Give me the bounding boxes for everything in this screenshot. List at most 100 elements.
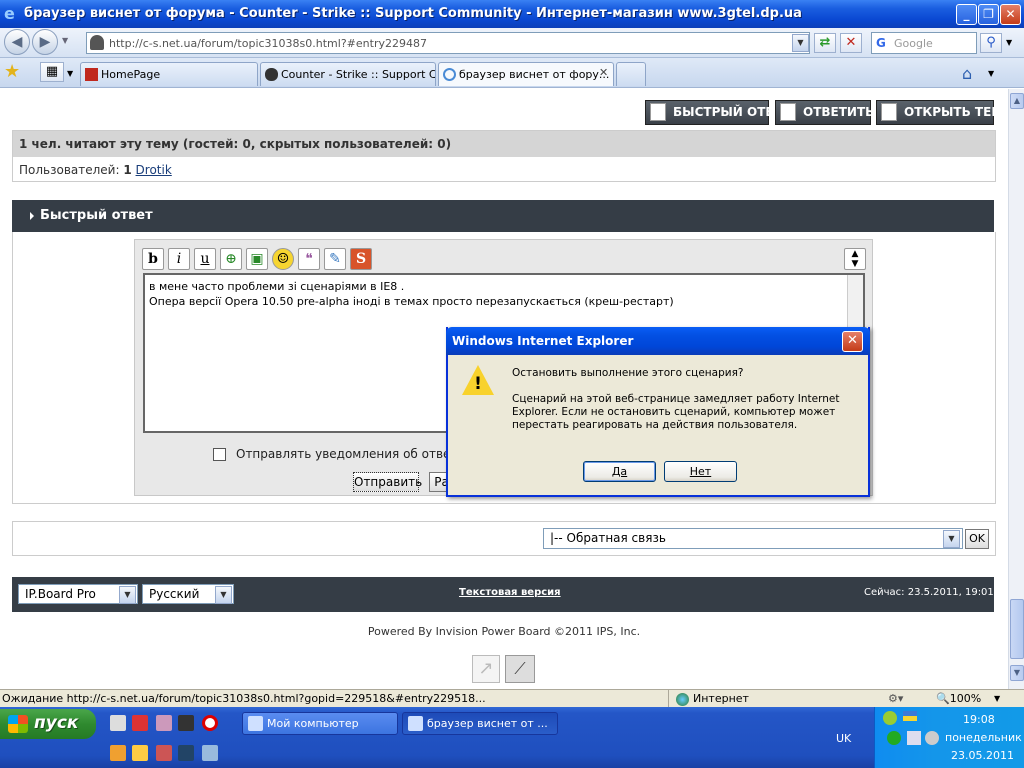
scroll-down-arrow[interactable]: ▼	[1010, 665, 1024, 681]
special-s-icon[interactable]: S	[350, 248, 372, 270]
clock-time[interactable]: 19:08	[963, 713, 995, 726]
history-dropdown-icon[interactable]: ▼	[62, 36, 68, 45]
quick-tabs-icon[interactable]: ▦	[40, 62, 64, 82]
skin-select-arrow[interactable]: ▼	[119, 586, 136, 604]
yes-button[interactable]: Да	[583, 461, 656, 482]
minimize-button[interactable]: _	[956, 4, 977, 25]
start-button[interactable]: пуск	[0, 709, 96, 739]
refresh-icon[interactable]: ⇄	[814, 33, 836, 53]
quicklaunch-settings-icon[interactable]	[156, 745, 172, 761]
quicklaunch-network-icon[interactable]	[178, 745, 194, 761]
reply-button[interactable]: ОТВЕТИТЬ	[775, 100, 875, 125]
tab-homepage[interactable]: HomePage	[80, 62, 258, 86]
quicklaunch-tv-icon[interactable]	[178, 715, 194, 731]
home-icon[interactable]: ⌂	[962, 64, 972, 83]
close-tab-icon[interactable]: ✕	[599, 66, 608, 79]
current-time: Сейчас: 23.5.2011, 19:01	[864, 587, 994, 598]
home-dropdown[interactable]: ▼	[988, 69, 994, 78]
search-icon[interactable]: ⚲	[980, 33, 1002, 53]
dialog-close-button[interactable]: ✕	[842, 331, 863, 352]
favorites-star-icon[interactable]: ★	[4, 63, 20, 81]
bold-button[interactable]: b	[142, 248, 164, 270]
quick-reply-title: Быстрый ответ	[40, 208, 153, 223]
quick-reply-header[interactable]: Быстрый ответ	[12, 200, 994, 232]
underline-button[interactable]: u	[194, 248, 216, 270]
resize-editor-icon[interactable]: ▲ ▼	[844, 248, 866, 270]
search-options-dropdown[interactable]: ▼	[1006, 38, 1012, 47]
jump-ok-button[interactable]: OK	[965, 529, 989, 549]
input-language[interactable]: UK	[836, 732, 851, 745]
taskbar-my-computer[interactable]: Мой компьютер	[242, 712, 398, 735]
tab-list-dropdown[interactable]: ▼	[67, 69, 73, 78]
zoom-value: 100%	[949, 692, 982, 705]
forum-jump-box: |-- Обратная связь ▼ OK	[12, 521, 996, 556]
readers-header: 1 чел. читают эту тему (гостей: 0, скрыт…	[13, 131, 995, 157]
stop-icon[interactable]: ✕	[840, 33, 862, 53]
page-scrollbar[interactable]: ▲ ▼	[1008, 89, 1024, 689]
button-label: ОТВЕТИТЬ	[803, 105, 875, 119]
system-tray: 19:08 понедельник 23.05.2011	[874, 707, 1024, 768]
zone-label: Интернет	[693, 692, 749, 705]
tray-network-icon[interactable]	[887, 731, 901, 745]
emoticon-icon[interactable]: ☺	[272, 248, 294, 270]
user-link[interactable]: Drotik	[136, 163, 172, 177]
tray-app-icon[interactable]	[883, 711, 897, 725]
zoom-level[interactable]: 🔍100%	[936, 692, 981, 705]
show-desktop-icon[interactable]	[202, 745, 218, 761]
tab-counter-strike[interactable]: Counter - Strike :: Support C...	[260, 62, 436, 86]
back-icon[interactable]: ◀	[4, 29, 30, 55]
notify-checkbox[interactable]	[213, 448, 226, 461]
italic-button[interactable]: i	[168, 248, 190, 270]
task-label: браузер виснет от ...	[427, 717, 548, 730]
editor-line: в мене часто проблеми зі сценаріями в IE…	[149, 280, 405, 293]
language-select-arrow[interactable]: ▼	[215, 586, 232, 604]
jump-select-arrow[interactable]: ▼	[943, 530, 960, 548]
warning-exclamation: !	[474, 374, 482, 394]
taskbar-browser[interactable]: браузер виснет от ...	[402, 712, 558, 735]
address-bar[interactable]: http://c-s.net.ua/forum/topic31038s0.htm…	[86, 32, 810, 54]
skin-select-value: IP.Board Pro	[25, 587, 96, 601]
scroll-up-arrow[interactable]: ▲	[1010, 93, 1024, 109]
new-topic-button[interactable]: ОТКРЫТЬ ТЕМУ	[876, 100, 1008, 125]
new-tab-button[interactable]	[616, 62, 646, 86]
quicklaunch-folder-icon[interactable]	[110, 745, 126, 761]
quicklaunch-media-icon[interactable]	[110, 715, 126, 731]
search-placeholder: Google	[894, 37, 933, 50]
ukraine-flag-icon[interactable]	[903, 711, 917, 721]
tray-misc-icon[interactable]	[925, 731, 939, 745]
close-window-button[interactable]: ✕	[1000, 4, 1021, 25]
quicklaunch-app-icon[interactable]	[156, 715, 172, 731]
quicklaunch-player-icon[interactable]	[132, 715, 148, 731]
status-bar: Ожидание http://c-s.net.ua/forum/topic31…	[0, 689, 1024, 707]
quote-icon[interactable]: ❝	[298, 248, 320, 270]
scroll-thumb[interactable]	[1010, 599, 1024, 659]
users-count: 1	[123, 163, 132, 177]
fast-reply-button[interactable]: БЫСТРЫЙ ОТВЕТ	[645, 100, 791, 125]
tab-browser-hangs[interactable]: браузер виснет от фору... ✕	[438, 62, 614, 86]
maximize-button[interactable]: ❐	[978, 4, 999, 25]
external-link-icon[interactable]: ↗	[472, 655, 500, 683]
insert-image-icon[interactable]: ▣	[246, 248, 268, 270]
insert-link-icon[interactable]: ⊕	[220, 248, 242, 270]
window-title-bar: e браузер виснет от форума - Counter - S…	[0, 0, 1024, 28]
site-icon	[90, 35, 104, 50]
volume-icon[interactable]	[907, 731, 921, 745]
spellcheck-icon[interactable]: ✎	[324, 248, 346, 270]
forward-icon[interactable]: ▶	[32, 29, 58, 55]
address-url[interactable]: http://c-s.net.ua/forum/topic31038s0.htm…	[109, 37, 427, 50]
homepage-favicon-icon	[85, 68, 98, 81]
text-version-link[interactable]: Текстовая версия	[459, 587, 561, 598]
no-button[interactable]: Нет	[664, 461, 737, 482]
stats-icon[interactable]: ⟋	[505, 655, 535, 683]
dialog-question: Остановить выполнение этого сценария?	[512, 367, 744, 379]
language-select-value: Русский	[149, 587, 200, 601]
search-input[interactable]: G Google	[871, 32, 977, 54]
protected-mode-icon[interactable]: ⚙▾	[888, 692, 903, 705]
submit-button[interactable]: Отправить	[353, 472, 422, 492]
forum-jump-select[interactable]: |-- Обратная связь	[543, 528, 963, 549]
opera-icon[interactable]	[202, 715, 218, 731]
quicklaunch-tools-icon[interactable]	[132, 745, 148, 761]
address-dropdown-button[interactable]: ▼	[792, 34, 809, 52]
zoom-dropdown[interactable]: ▼	[994, 694, 1000, 703]
notify-option[interactable]: Отправлять уведомления об ответах	[213, 447, 472, 461]
